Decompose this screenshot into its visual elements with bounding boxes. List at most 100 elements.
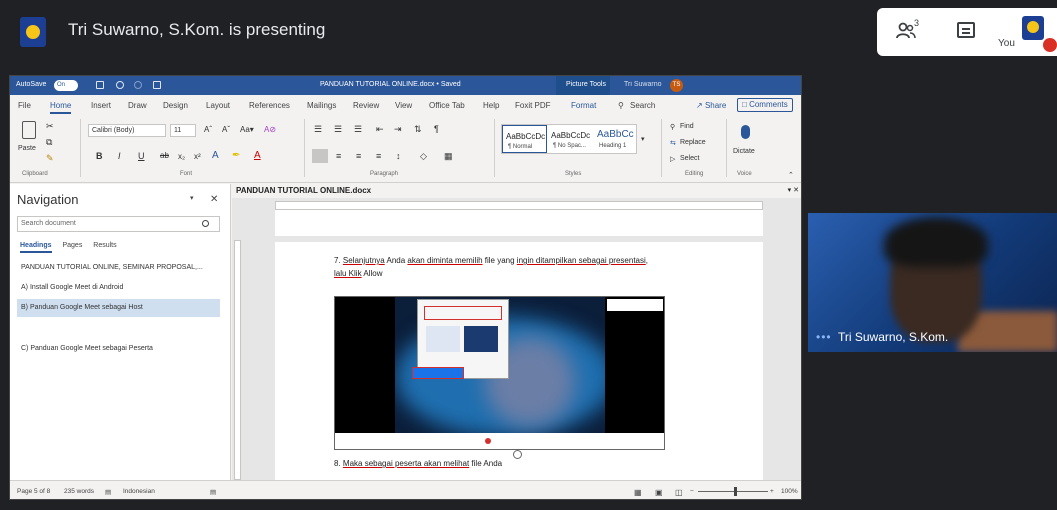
clear-formatting-icon[interactable]: A⊘ — [264, 125, 276, 134]
autosave-toggle[interactable]: On — [54, 80, 78, 91]
dictate-button[interactable]: Dictate — [733, 148, 755, 155]
strikethrough-icon[interactable]: ab — [160, 151, 169, 160]
proofing-icon[interactable]: ▤ — [105, 488, 111, 496]
self-avatar[interactable] — [1022, 16, 1044, 40]
align-center-icon[interactable]: ≡ — [336, 151, 341, 161]
tab-help[interactable]: Help — [483, 101, 499, 110]
shrink-font-icon[interactable]: Aˇ — [222, 125, 230, 134]
vertical-ruler[interactable] — [234, 240, 241, 480]
grow-font-icon[interactable]: Aˆ — [204, 125, 212, 134]
collapse-ribbon-icon[interactable]: ⌃ — [788, 171, 794, 179]
tab-view[interactable]: View — [395, 101, 412, 110]
search-icon[interactable] — [202, 220, 209, 227]
nav-heading-item[interactable]: PANDUAN TUTORIAL ONLINE, SEMINAR PROPOSA… — [17, 259, 220, 277]
font-color-icon[interactable]: A — [254, 150, 261, 161]
redo-icon[interactable] — [134, 81, 142, 89]
find-icon[interactable]: ⚲ — [670, 123, 675, 131]
superscript-icon[interactable]: x² — [194, 152, 201, 161]
microphone-icon[interactable] — [741, 125, 750, 139]
save-icon[interactable] — [96, 81, 104, 89]
subscript-icon[interactable]: x₂ — [178, 152, 185, 161]
word-count[interactable]: 235 words — [64, 488, 94, 495]
justify-icon[interactable]: ≡ — [376, 151, 381, 161]
document-tab[interactable]: PANDUAN TUTORIAL ONLINE.docx ▾ ✕ — [232, 184, 801, 198]
close-icon[interactable]: ✕ — [210, 194, 218, 205]
chat-icon[interactable] — [957, 22, 975, 38]
share-button[interactable]: ↗ Share — [696, 101, 726, 110]
align-right-icon[interactable]: ≡ — [356, 151, 361, 161]
customize-qat-icon[interactable] — [153, 81, 161, 89]
search-icon[interactable]: ⚲ — [618, 101, 624, 110]
search-document-input[interactable]: Search document — [17, 216, 220, 232]
align-left-icon[interactable] — [312, 149, 328, 163]
replace-icon[interactable]: ⇆ — [670, 139, 676, 147]
tab-design[interactable]: Design — [163, 101, 188, 110]
styles-more-icon[interactable]: ▾ — [641, 135, 645, 143]
read-mode-icon[interactable]: ▦ — [634, 488, 642, 497]
paste-icon[interactable] — [22, 121, 36, 139]
user-avatar[interactable]: TS — [670, 79, 683, 92]
horizontal-ruler[interactable] — [275, 201, 763, 210]
font-size-select[interactable]: 11 — [170, 124, 196, 137]
nav-heading-item[interactable]: C) Panduan Google Meet sebagai Peserta — [17, 340, 220, 358]
more-options-icon[interactable]: ••• — [816, 330, 832, 344]
bold-icon[interactable]: B — [96, 151, 103, 161]
shading-icon[interactable]: ◇ — [420, 151, 427, 162]
zoom-level[interactable]: 100% — [781, 488, 798, 495]
select-button[interactable]: Select — [680, 155, 699, 162]
comments-button[interactable]: □ Comments — [737, 98, 793, 112]
select-icon[interactable]: ▷ — [670, 155, 675, 163]
replace-button[interactable]: Replace — [680, 139, 706, 146]
zoom-out-icon[interactable]: − — [690, 488, 694, 495]
undo-icon[interactable] — [116, 81, 124, 89]
page-count[interactable]: Page 5 of 8 — [17, 488, 50, 495]
cut-icon[interactable]: ✂ — [46, 121, 54, 132]
nav-heading-item-selected[interactable]: B) Panduan Google Meet sebagai Host — [17, 299, 220, 317]
tab-review[interactable]: Review — [353, 101, 379, 110]
embedded-screenshot-image[interactable] — [334, 296, 665, 450]
zoom-slider-thumb[interactable] — [734, 487, 737, 496]
web-layout-icon[interactable]: ◫ — [675, 488, 683, 497]
tab-insert[interactable]: Insert — [91, 101, 111, 110]
tab-home[interactable]: Home — [50, 101, 72, 114]
tab-foxit[interactable]: Foxit PDF — [515, 101, 551, 110]
tell-me-search[interactable]: Search — [630, 101, 655, 110]
format-painter-icon[interactable]: ✎ — [46, 153, 54, 164]
style-no-spacing[interactable]: AaBbCcDc ¶ No Spac... — [548, 125, 593, 153]
style-heading1[interactable]: AaBbCc Heading 1 — [594, 125, 639, 153]
underline-icon[interactable]: U — [138, 151, 145, 161]
nav-heading-item[interactable]: A) Install Google Meet di Android — [17, 279, 220, 297]
decrease-indent-icon[interactable]: ⇤ — [376, 124, 384, 135]
bullets-icon[interactable]: ☰ — [314, 124, 322, 135]
italic-icon[interactable]: I — [118, 151, 121, 161]
tab-format[interactable]: Format — [571, 101, 596, 110]
copy-icon[interactable]: ⧉ — [46, 137, 52, 148]
highlight-icon[interactable]: ✒ — [232, 150, 240, 161]
tab-file[interactable]: File — [18, 101, 31, 110]
language-label[interactable]: Indonesian — [123, 488, 155, 495]
nav-options-icon[interactable]: ▾ — [190, 194, 194, 202]
show-marks-icon[interactable]: ¶ — [434, 124, 439, 134]
print-layout-icon[interactable]: ▣ — [655, 488, 663, 497]
tab-mailings[interactable]: Mailings — [307, 101, 336, 110]
tab-references[interactable]: References — [249, 101, 290, 110]
tab-draw[interactable]: Draw — [128, 101, 147, 110]
line-spacing-icon[interactable]: ↕ — [396, 151, 401, 161]
people-button[interactable]: 3 — [895, 18, 921, 44]
zoom-in-icon[interactable]: + — [770, 488, 774, 495]
zoom-slider[interactable] — [698, 491, 768, 492]
document-page[interactable]: 7. Selanjutnya Anda akan diminta memilih… — [275, 242, 763, 480]
find-button[interactable]: Find — [680, 123, 694, 130]
numbering-icon[interactable]: ☰ — [334, 124, 342, 135]
increase-indent-icon[interactable]: ⇥ — [394, 124, 402, 135]
text-effects-icon[interactable]: A — [212, 150, 219, 161]
font-name-select[interactable]: Calibri (Body) — [88, 124, 166, 137]
nav-tab-headings[interactable]: Headings — [20, 242, 52, 253]
borders-icon[interactable]: ▦ — [444, 151, 453, 162]
tab-layout[interactable]: Layout — [206, 101, 230, 110]
rotate-handle-icon[interactable] — [513, 450, 522, 459]
macro-icon[interactable]: ▤ — [210, 488, 216, 496]
style-normal[interactable]: AaBbCcDc ¶ Normal — [502, 125, 547, 153]
change-case-icon[interactable]: Aa▾ — [240, 125, 254, 134]
nav-tab-pages[interactable]: Pages — [62, 242, 82, 249]
